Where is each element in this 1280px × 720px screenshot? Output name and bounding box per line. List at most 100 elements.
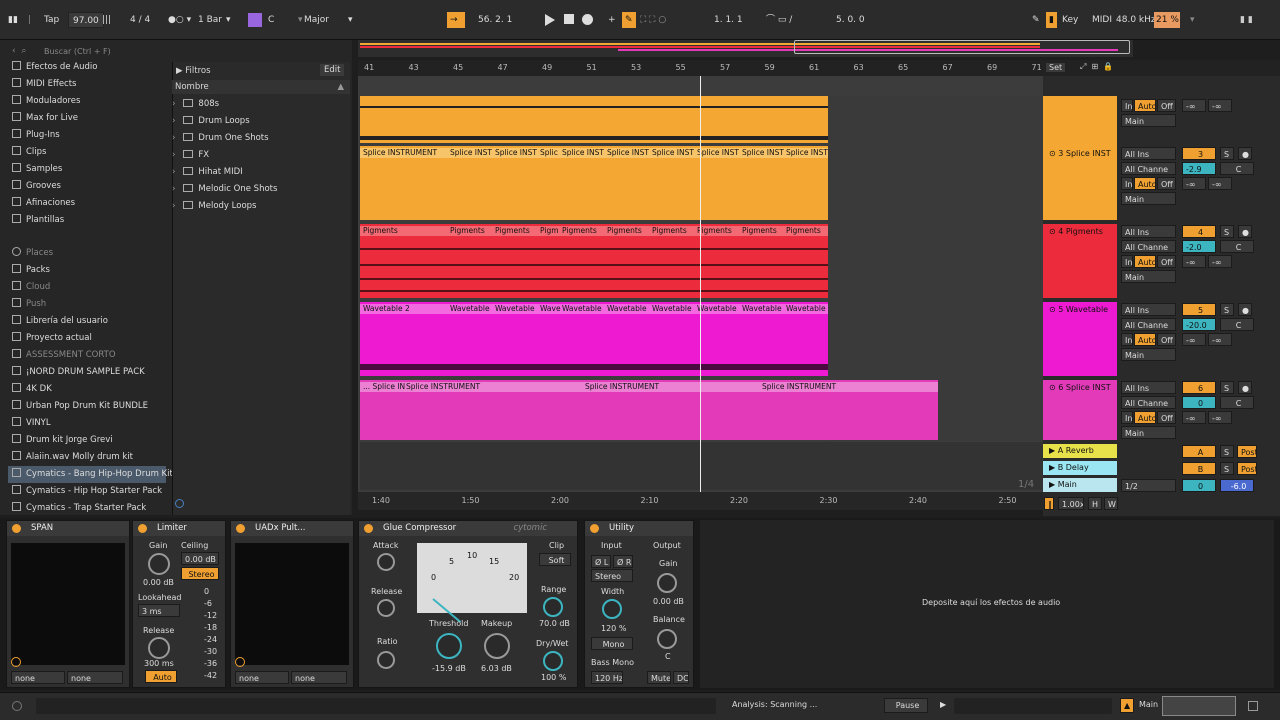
place-item[interactable]: Packs	[12, 262, 50, 279]
file-row[interactable]: › Melodic One Shots	[172, 181, 277, 198]
place-item[interactable]: 4K DK	[12, 381, 52, 398]
speed-field[interactable]: 1.00x	[1058, 497, 1084, 510]
monitor-off-button[interactable]: Off	[1157, 99, 1176, 112]
return-activator[interactable]: B	[1182, 462, 1216, 475]
stereo-mode-select[interactable]: Stereo	[591, 569, 633, 582]
file-row[interactable]: › Drum Loops	[172, 113, 250, 130]
stop-icon[interactable]	[564, 14, 574, 24]
device-title-bar[interactable]: Utility	[585, 521, 693, 536]
volume-field[interactable]: -2.0	[1182, 240, 1216, 253]
category-audio-effects[interactable]: Efectos de Audio	[12, 59, 97, 76]
range-knob[interactable]	[543, 597, 563, 617]
output-select[interactable]: Main	[1121, 270, 1176, 283]
solo-button[interactable]: S	[1220, 225, 1234, 238]
solo-button[interactable]: S	[1220, 303, 1234, 316]
track-activator[interactable]: 4	[1182, 225, 1216, 238]
tempo-field[interactable]: 97.00	[68, 12, 104, 28]
phase-left-button[interactable]: Ø L	[591, 555, 611, 568]
input-channel-select[interactable]: All Channe	[1121, 240, 1176, 253]
scale-select[interactable]: Major	[304, 12, 329, 28]
attack-knob[interactable]	[377, 553, 395, 571]
soft-clip-button[interactable]: Soft	[539, 553, 571, 566]
span-record-icon[interactable]	[11, 657, 21, 667]
place-item[interactable]: ¡NORD DRUM SAMPLE PACK	[12, 364, 145, 381]
input-channel-select[interactable]: All Channe	[1121, 318, 1176, 331]
send-b[interactable]: -∞	[1208, 333, 1232, 346]
record-icon[interactable]	[582, 14, 593, 25]
play-icon[interactable]	[545, 14, 555, 26]
scale-mode-icon[interactable]	[248, 13, 262, 27]
send-a[interactable]: -∞	[1182, 99, 1206, 112]
input-channel-select[interactable]: All Channe	[1121, 162, 1176, 175]
send-a[interactable]: -∞	[1182, 411, 1206, 424]
file-row[interactable]: › FX	[172, 147, 209, 164]
drywet-knob[interactable]	[543, 651, 563, 671]
main-output-select[interactable]: 1/2	[1121, 479, 1176, 492]
track-activator[interactable]: 3	[1182, 147, 1216, 160]
expand-icon[interactable]: ⤢ ⊞ 🔒	[1080, 62, 1113, 72]
input-channel-select[interactable]: All Channe	[1121, 396, 1176, 409]
fullscreen-icon[interactable]	[1248, 701, 1258, 711]
monitor-auto-button[interactable]: Auto	[1134, 177, 1156, 190]
pan-field[interactable]: C	[1220, 396, 1254, 409]
monitor-auto-button[interactable]: Auto	[1134, 255, 1156, 268]
release-knob[interactable]	[377, 599, 395, 617]
device-power-icon[interactable]	[590, 524, 599, 533]
send-b[interactable]: -∞	[1208, 255, 1232, 268]
output-select[interactable]: Main	[1121, 192, 1176, 205]
solo-button[interactable]: S	[1220, 462, 1234, 475]
input-type-select[interactable]: All Ins	[1121, 381, 1176, 394]
keyboard-icon[interactable]: ▮	[1046, 12, 1057, 28]
return-title[interactable]: ▶ A Reverb	[1043, 444, 1117, 455]
device-power-icon[interactable]	[364, 524, 373, 533]
preview-icon[interactable]	[175, 499, 184, 508]
device-power-icon[interactable]	[12, 524, 21, 533]
lookahead-select[interactable]: 3 ms	[138, 604, 180, 617]
place-item[interactable]: Cymatics - Hip Hop Starter Pack	[12, 483, 162, 500]
place-item[interactable]: Cymatics - Trap Starter Pack	[12, 500, 146, 517]
category-samples[interactable]: Samples	[12, 161, 62, 178]
category-max-for-live[interactable]: Max for Live	[12, 110, 78, 127]
monitor-off-button[interactable]: Off	[1157, 333, 1176, 346]
monitor-in-button[interactable]: In	[1121, 333, 1133, 346]
send-a[interactable]: -∞	[1182, 255, 1206, 268]
track-title[interactable]: ⊙ 4 Pigments	[1043, 224, 1117, 236]
device-power-icon[interactable]	[138, 524, 147, 533]
release-knob[interactable]	[148, 637, 170, 659]
main-volume[interactable]: 0	[1182, 479, 1216, 492]
play-small-icon[interactable]: ▶	[940, 700, 946, 709]
place-item[interactable]: Drum kit Jorge Grevi	[12, 432, 113, 449]
device-power-icon[interactable]	[236, 524, 245, 533]
place-item[interactable]: Alaiin.wav Molly drum kit	[12, 449, 133, 466]
device-title-bar[interactable]: Glue Compressor cytomic	[359, 521, 577, 536]
monitor-auto-button[interactable]: Auto	[1134, 333, 1156, 346]
h-button[interactable]: H	[1088, 497, 1102, 510]
threshold-knob[interactable]	[436, 633, 462, 659]
volume-field[interactable]: -2.9	[1182, 162, 1216, 175]
device-title-bar[interactable]: SPAN	[7, 521, 129, 536]
monitor-auto-button[interactable]: Auto	[1134, 99, 1156, 112]
input-type-select[interactable]: All Ins	[1121, 225, 1176, 238]
gain-knob[interactable]	[148, 553, 170, 575]
file-row[interactable]: › Melody Loops	[172, 198, 256, 215]
solo-button[interactable]: S	[1220, 445, 1234, 458]
pause-analysis-button[interactable]: Pause	[884, 698, 928, 713]
category-grooves[interactable]: Grooves	[12, 178, 61, 195]
span-left-select[interactable]: none	[11, 671, 65, 684]
loop-icon[interactable]: ⛶ ⛶ ○	[640, 12, 666, 28]
filters-toggle[interactable]: ▶ Filtros	[176, 66, 211, 76]
file-row[interactable]: › 808s	[172, 96, 219, 113]
metronome-icon[interactable]: |||	[102, 12, 111, 28]
name-column-header[interactable]: Nombre ▲	[172, 80, 350, 94]
stereo-button[interactable]: Stereo	[181, 567, 219, 580]
key-map-button[interactable]: Key	[1062, 12, 1078, 28]
device-title-bar[interactable]: UADx Pult...	[231, 521, 353, 536]
auto-release-button[interactable]: Auto	[145, 670, 177, 683]
monitor-off-button[interactable]: Off	[1157, 411, 1176, 424]
volume-field[interactable]: -20.0	[1182, 318, 1216, 331]
metronome-toggle-icon[interactable]: ●○ ▾	[168, 12, 191, 28]
plugin-record-icon[interactable]	[235, 657, 245, 667]
gain-knob[interactable]	[657, 573, 677, 593]
dc-button[interactable]: DC	[673, 671, 689, 684]
follow-icon[interactable]: →	[447, 12, 465, 28]
